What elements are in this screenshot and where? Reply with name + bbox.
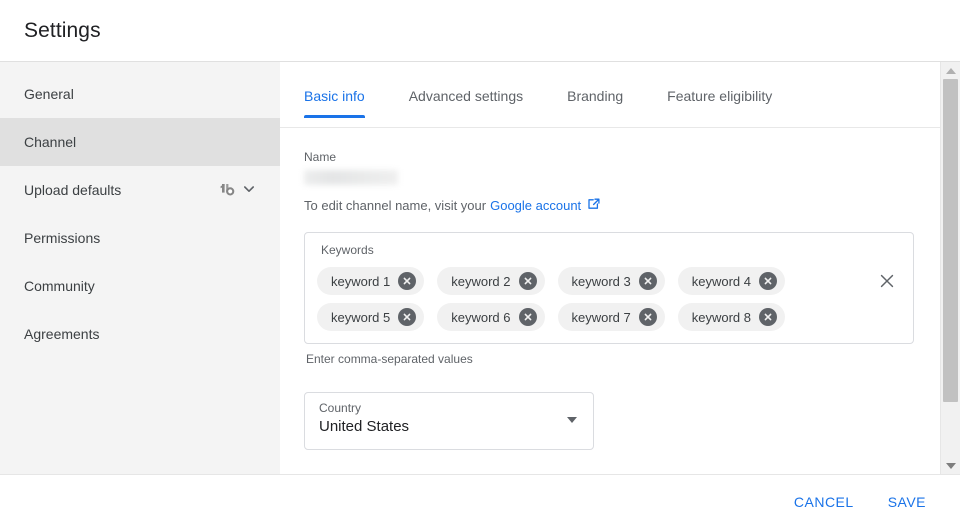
external-link-icon[interactable] <box>587 197 601 214</box>
keyword-chip-label: keyword 4 <box>691 273 751 289</box>
sidebar-item-upload-defaults[interactable]: Upload defaults <box>0 166 280 214</box>
keyword-chip[interactable]: keyword 7 <box>557 303 665 331</box>
settings-dialog: Settings General Channel Upload defaults <box>0 0 960 529</box>
sidebar-item-general[interactable]: General <box>0 70 280 118</box>
tab-basic-info[interactable]: Basic info <box>304 88 365 118</box>
settings-sidebar: General Channel Upload defaults Permissi… <box>0 62 280 474</box>
edit-channel-name-note: To edit channel name, visit your Google … <box>304 197 916 214</box>
content-wrapper: Basic info Advanced settings Branding Fe… <box>280 62 960 474</box>
scrollbar-thumb[interactable] <box>943 79 958 402</box>
tab-advanced-settings[interactable]: Advanced settings <box>409 88 523 117</box>
sidebar-item-community[interactable]: Community <box>0 262 280 310</box>
sidebar-item-adornments <box>219 182 256 199</box>
keywords-inner: Keywords keyword 1 keyword 2 keyword 3 k… <box>317 243 867 331</box>
keyword-chip-label: keyword 1 <box>331 273 391 289</box>
close-circle-icon[interactable] <box>398 308 417 326</box>
settings-content: Basic info Advanced settings Branding Fe… <box>280 62 940 474</box>
keyword-chip-label: keyword 2 <box>451 273 511 289</box>
scroll-down-arrow-icon[interactable] <box>941 457 960 474</box>
dialog-header: Settings <box>0 0 960 62</box>
tab-feature-eligibility[interactable]: Feature eligibility <box>667 88 772 117</box>
tab-branding[interactable]: Branding <box>567 88 623 117</box>
close-circle-icon[interactable] <box>638 308 657 326</box>
keyword-chip[interactable]: keyword 8 <box>677 303 785 331</box>
keywords-legend: Keywords <box>321 243 374 257</box>
dialog-footer: CANCEL SAVE <box>0 475 960 529</box>
dropdown-arrow-icon[interactable] <box>567 417 577 423</box>
keyword-chip-row: keyword 5 keyword 6 keyword 7 keyword 8 <box>317 303 867 331</box>
sidebar-item-label: General <box>24 86 74 102</box>
sidebar-item-agreements[interactable]: Agreements <box>0 310 280 358</box>
close-icon <box>878 272 896 295</box>
keyword-chip-label: keyword 5 <box>331 309 391 325</box>
keyword-chip-label: keyword 7 <box>571 309 631 325</box>
keyword-chip-label: keyword 6 <box>451 309 511 325</box>
keyword-chip-row: keyword 1 keyword 2 keyword 3 keyword 4 <box>317 267 867 295</box>
clear-keywords-button[interactable] <box>875 271 899 295</box>
country-select-value: United States <box>319 418 410 435</box>
channel-name-value-redacted <box>304 170 398 185</box>
save-button[interactable]: SAVE <box>880 486 934 518</box>
sidebar-item-channel[interactable]: Channel <box>0 118 280 166</box>
keywords-hint: Enter comma-separated values <box>306 352 473 366</box>
close-circle-icon[interactable] <box>518 272 537 290</box>
keywords-field[interactable]: Keywords keyword 1 keyword 2 keyword 3 k… <box>304 232 914 344</box>
keyword-chip-label: keyword 8 <box>691 309 751 325</box>
sidebar-item-permissions[interactable]: Permissions <box>0 214 280 262</box>
monetization-badge-icon <box>219 182 236 198</box>
google-account-link[interactable]: Google account <box>490 198 581 213</box>
keyword-chip[interactable]: keyword 6 <box>437 303 545 331</box>
sidebar-item-label: Permissions <box>24 230 101 246</box>
dialog-body: General Channel Upload defaults Permissi… <box>0 62 960 475</box>
keyword-chip-label: keyword 3 <box>571 273 631 289</box>
sidebar-item-label: Agreements <box>24 326 100 342</box>
keyword-chip[interactable]: keyword 3 <box>557 267 665 295</box>
name-field-label: Name <box>304 150 337 164</box>
basic-info-panel: Name To edit channel name, visit your Go… <box>280 128 940 450</box>
close-circle-icon[interactable] <box>759 308 777 326</box>
keyword-chip[interactable]: keyword 2 <box>437 267 545 295</box>
scroll-up-arrow-icon[interactable] <box>941 62 960 79</box>
cancel-button[interactable]: CANCEL <box>786 486 862 518</box>
scrollbar-track[interactable] <box>941 79 960 457</box>
close-circle-icon[interactable] <box>398 272 417 290</box>
keyword-chip[interactable]: keyword 4 <box>677 267 785 295</box>
page-title: Settings <box>24 18 101 42</box>
close-circle-icon[interactable] <box>638 272 657 290</box>
close-circle-icon[interactable] <box>518 308 537 326</box>
country-select[interactable]: Country United States <box>304 392 594 450</box>
content-scrollbar[interactable] <box>940 62 960 474</box>
keyword-chip-list: keyword 1 keyword 2 keyword 3 keyword 4 … <box>317 267 867 331</box>
keyword-chip[interactable]: keyword 1 <box>317 267 425 295</box>
sidebar-item-label: Community <box>24 278 95 294</box>
country-select-label: Country <box>319 401 362 415</box>
chevron-down-icon[interactable] <box>242 182 256 199</box>
sidebar-item-label: Channel <box>24 134 77 150</box>
edit-note-text: To edit channel name, visit your <box>304 198 487 213</box>
sidebar-item-label: Upload defaults <box>24 182 122 198</box>
content-tabs: Basic info Advanced settings Branding Fe… <box>280 62 940 128</box>
keyword-chip[interactable]: keyword 5 <box>317 303 425 331</box>
close-circle-icon[interactable] <box>759 272 777 290</box>
